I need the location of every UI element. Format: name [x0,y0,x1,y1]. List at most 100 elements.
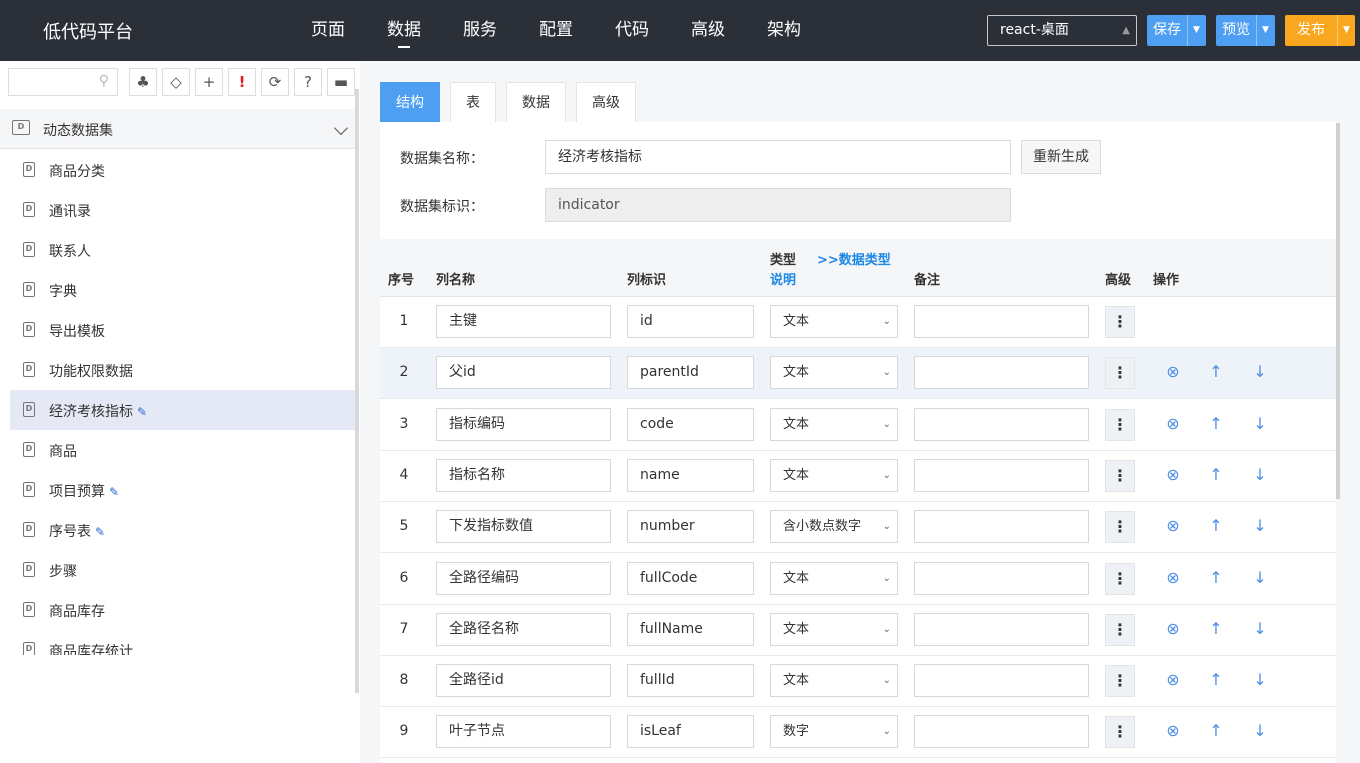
delete-icon[interactable]: ⊗ [1164,414,1182,433]
more-options-icon[interactable]: ⋮ [1105,716,1135,749]
column-note-input[interactable] [914,458,1089,492]
dataset-list-item[interactable]: D 经济考核指标 ✎ [10,390,356,430]
delete-icon[interactable]: ⊗ [1164,465,1182,484]
column-ident-input[interactable]: fullCode [627,561,754,595]
dataset-list-item[interactable]: D 通讯录 [10,190,356,230]
comment-icon[interactable]: ▬ [327,68,355,96]
dataset-list-item[interactable]: D 商品 [10,430,356,470]
column-name-input[interactable]: 叶子节点 [436,715,611,749]
column-name-input[interactable]: 父id [436,356,611,390]
publish-button[interactable]: 发布 ▼ [1285,15,1355,46]
arrow-up-icon[interactable]: ↑ [1207,414,1225,433]
editor-tab[interactable]: 结构 [380,82,440,123]
column-name-input[interactable]: 主键 [436,305,611,338]
arrow-down-icon[interactable]: ↓ [1251,414,1269,433]
arrow-up-icon[interactable]: ↑ [1207,362,1225,381]
column-note-input[interactable] [914,715,1089,749]
column-type-select[interactable]: 文本 ⌄ [770,458,898,492]
column-type-select[interactable]: 文本 ⌄ [770,561,898,595]
column-note-input[interactable] [914,305,1089,338]
column-name-input[interactable]: 下发指标数值 [436,510,611,544]
column-note-input[interactable] [914,407,1089,441]
column-ident-input[interactable]: name [627,458,754,492]
arrow-down-icon[interactable]: ↓ [1251,721,1269,740]
column-ident-input[interactable]: parentId [627,356,754,390]
dataset-list-item[interactable]: D 字典 [10,270,356,310]
column-ident-input[interactable]: isLeaf [627,715,754,749]
editor-tab[interactable]: 表 [450,82,496,123]
dataset-list-item[interactable]: D 商品库存统计 [10,630,356,655]
nav-item[interactable]: 配置 [518,0,594,61]
save-button-label[interactable]: 保存 [1147,15,1187,46]
add-icon[interactable]: + [195,68,223,96]
column-name-input[interactable]: 全路径名称 [436,612,611,646]
column-type-select[interactable]: 文本 ⌄ [770,664,898,698]
more-options-icon[interactable]: ⋮ [1105,306,1135,338]
column-note-input[interactable] [914,664,1089,698]
arrow-up-icon[interactable]: ↑ [1207,619,1225,638]
warning-icon[interactable]: ! [228,68,256,96]
arrow-up-icon[interactable]: ↑ [1207,568,1225,587]
publish-dropdown-icon[interactable]: ▼ [1337,15,1355,46]
delete-icon[interactable]: ⊗ [1164,362,1182,381]
column-note-input[interactable] [914,356,1089,390]
column-note-input[interactable] [914,510,1089,544]
arrow-up-icon[interactable]: ↑ [1207,516,1225,535]
save-button[interactable]: 保存 ▼ [1147,15,1206,46]
delete-icon[interactable]: ⊗ [1164,516,1182,535]
nav-item[interactable]: 服务 [442,0,518,61]
platform-select[interactable]: react-桌面 ▲ [987,15,1137,46]
delete-icon[interactable]: ⊗ [1164,670,1182,689]
column-name-input[interactable]: 指标编码 [436,407,611,441]
dataset-list-item[interactable]: D 联系人 [10,230,356,270]
tag-icon[interactable]: ◇ [162,68,190,96]
refresh-icon[interactable]: ⟳ [261,68,289,96]
column-name-input[interactable]: 全路径id [436,664,611,698]
publish-button-label[interactable]: 发布 [1285,15,1337,46]
dataset-list-item[interactable]: D 商品库存 [10,590,356,630]
preview-button[interactable]: 预览 ▼ [1216,15,1275,46]
chevron-down-icon[interactable] [333,120,349,136]
column-type-select[interactable]: 含小数点数字 ⌄ [770,510,898,544]
column-ident-input[interactable]: id [627,305,754,338]
column-ident-input[interactable]: code [627,407,754,441]
arrow-up-icon[interactable]: ↑ [1207,721,1225,740]
save-dropdown-icon[interactable]: ▼ [1187,15,1205,46]
nav-item[interactable]: 数据 [366,0,442,61]
arrow-down-icon[interactable]: ↓ [1251,568,1269,587]
arrow-up-icon[interactable]: ↑ [1207,465,1225,484]
column-ident-input[interactable]: fullName [627,612,754,646]
dataset-list-item[interactable]: D 导出模板 [10,310,356,350]
regenerate-button[interactable]: 重新生成 [1021,140,1101,174]
editor-tab[interactable]: 数据 [506,82,566,123]
more-options-icon[interactable]: ⋮ [1105,459,1135,492]
preview-dropdown-icon[interactable]: ▼ [1256,15,1274,46]
nav-item[interactable]: 代码 [594,0,670,61]
arrow-down-icon[interactable]: ↓ [1251,362,1269,381]
arrow-down-icon[interactable]: ↓ [1251,619,1269,638]
nav-item[interactable]: 架构 [746,0,822,61]
column-ident-input[interactable]: number [627,510,754,544]
more-options-icon[interactable]: ⋮ [1105,613,1135,646]
more-options-icon[interactable]: ⋮ [1105,511,1135,544]
nav-item[interactable]: 页面 [290,0,366,61]
help-icon[interactable]: ? [294,68,322,96]
sidebar-scrollbar[interactable] [355,89,359,693]
dataset-name-input[interactable]: 经济考核指标 [545,140,1011,174]
more-options-icon[interactable]: ⋮ [1105,665,1135,698]
dataset-list-item[interactable]: D 功能权限数据 [10,350,356,390]
arrow-down-icon[interactable]: ↓ [1251,516,1269,535]
dataset-list-item[interactable]: D 序号表 ✎ [10,510,356,550]
column-type-select[interactable]: 文本 ⌄ [770,356,898,390]
search-input[interactable]: ⚲ [8,68,118,96]
more-options-icon[interactable]: ⋮ [1105,408,1135,441]
column-name-input[interactable]: 全路径编码 [436,561,611,595]
editor-tab[interactable]: 高级 [576,82,636,123]
arrow-down-icon[interactable]: ↓ [1251,465,1269,484]
editor-scrollbar[interactable] [1336,123,1340,499]
column-type-select[interactable]: 文本 ⌄ [770,407,898,441]
tree-icon[interactable]: ♣ [129,68,157,96]
more-options-icon[interactable]: ⋮ [1105,562,1135,595]
data-type-link[interactable]: >>数据类型 [817,249,891,268]
column-note-input[interactable] [914,561,1089,595]
